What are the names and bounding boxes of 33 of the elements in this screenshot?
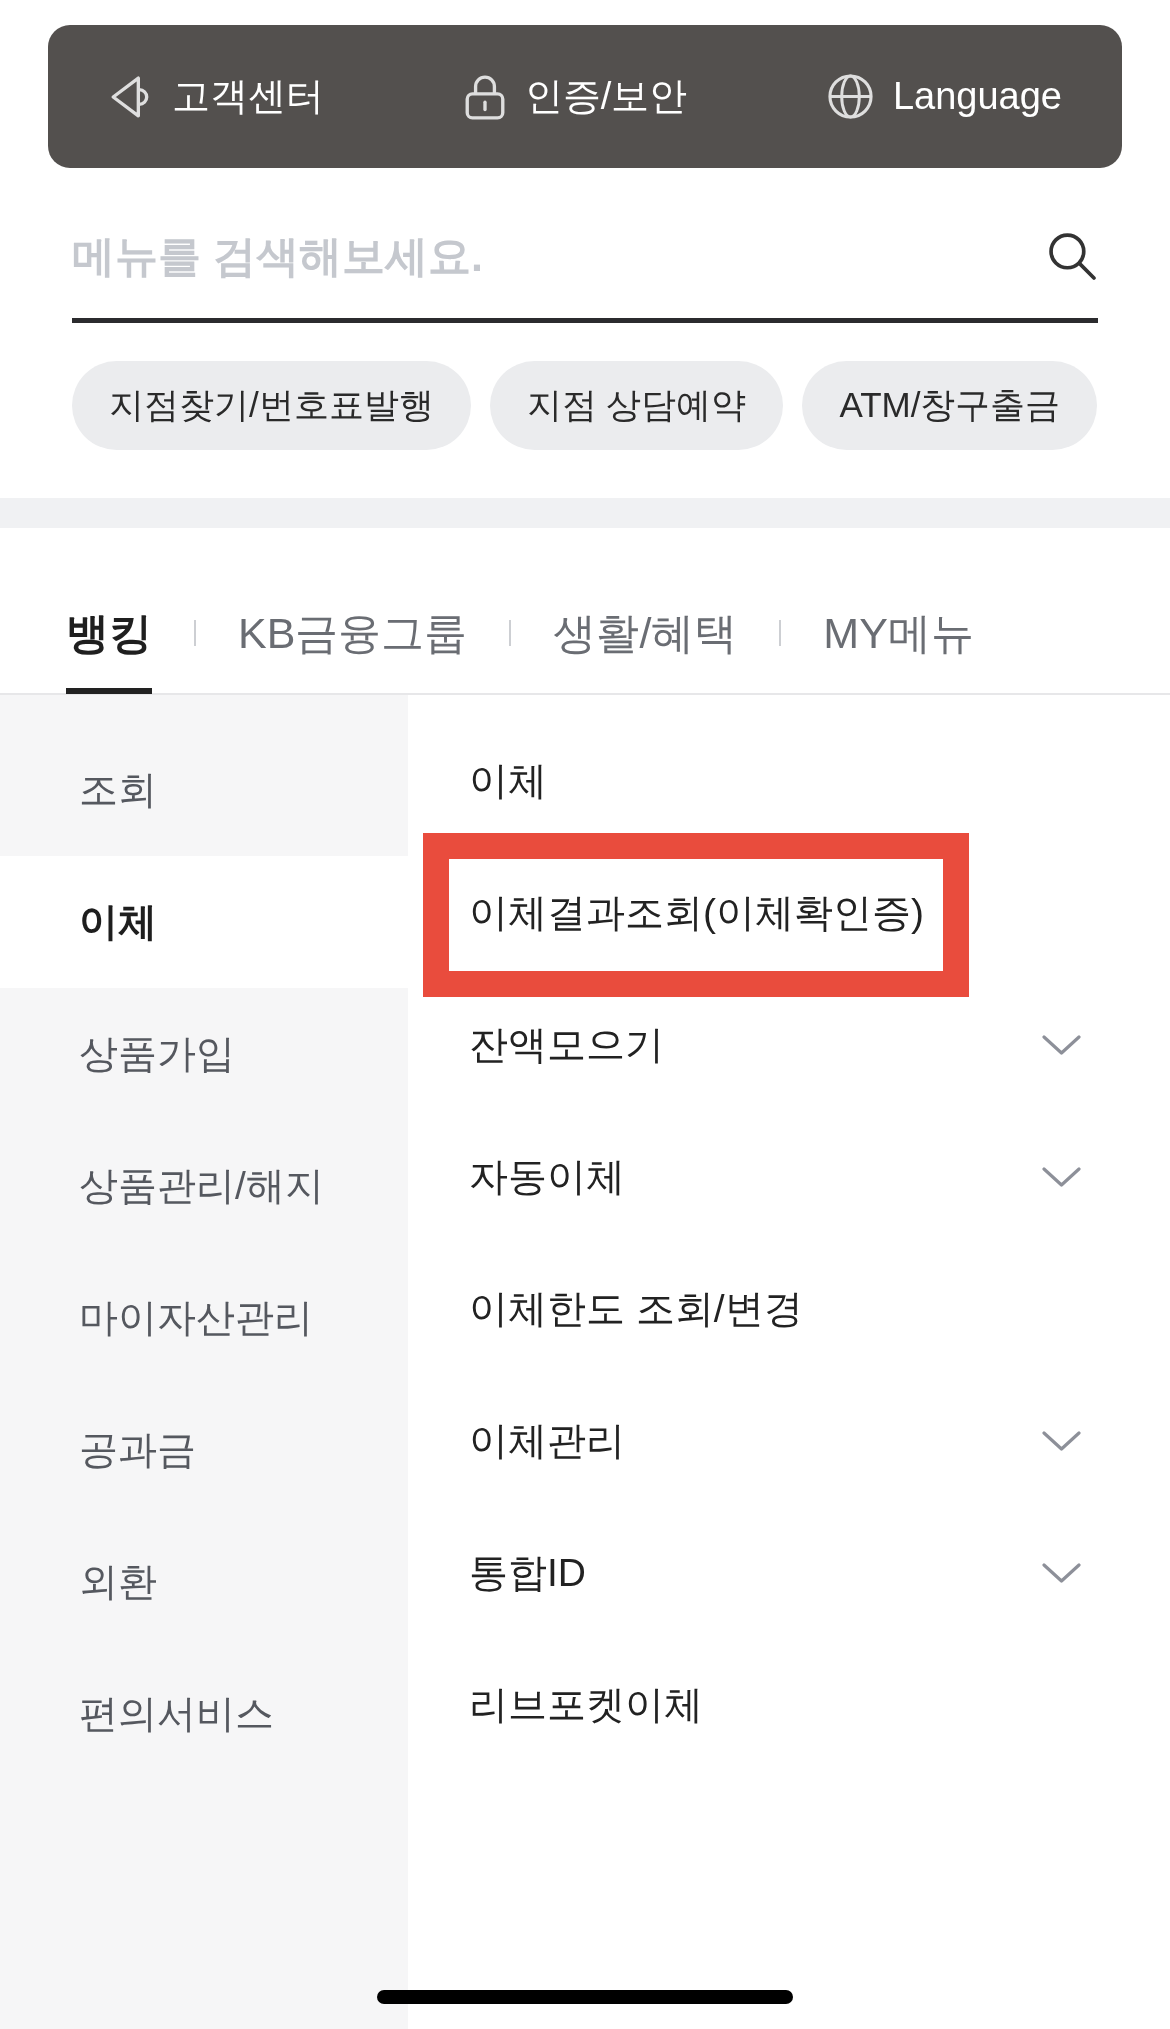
sidebar-item[interactable]: 상품가입	[0, 988, 408, 1120]
tab[interactable]: MY메뉴	[823, 608, 974, 694]
submenu-item[interactable]: 이체결과조회(이체확인증)	[469, 886, 924, 940]
quick-link-chip[interactable]: 지점찾기/번호표발행	[72, 361, 471, 450]
sidebar-item[interactable]: 편의서비스	[0, 1648, 408, 1780]
submenu-item[interactable]: 통합ID	[469, 1546, 586, 1600]
chevron-down-icon[interactable]	[1042, 1431, 1081, 1451]
security-button[interactable]: 인증/보안	[464, 71, 688, 122]
submenu-item[interactable]: 잔액모으기	[469, 1018, 664, 1072]
globe-icon	[827, 74, 873, 119]
submenu-item[interactable]: 자동이체	[469, 1150, 625, 1204]
sidebar-item[interactable]: 상품관리/해지	[0, 1120, 408, 1252]
submenu-item[interactable]: 이체	[469, 754, 547, 808]
submenu-item[interactable]: 리브포켓이체	[469, 1678, 703, 1732]
submenu-item[interactable]: 이체한도 조회/변경	[469, 1282, 803, 1336]
lock-icon	[464, 73, 505, 120]
quick-link-chip[interactable]: ATM/창구출금	[802, 361, 1098, 450]
chevron-down-icon[interactable]	[1042, 1563, 1081, 1583]
quick-link-chip[interactable]: 지점 상담예약	[489, 361, 784, 450]
tab[interactable]: 생활/혜택	[553, 608, 738, 694]
search-icon[interactable]	[1048, 232, 1096, 280]
tab[interactable]: KB금융그룹	[238, 608, 468, 694]
sidebar-item[interactable]: 조회	[0, 724, 408, 856]
sidebar-item[interactable]: 외환	[0, 1516, 408, 1648]
sidebar-item[interactable]: 마이자산관리	[0, 1252, 408, 1384]
chevron-down-icon[interactable]	[1042, 1035, 1081, 1055]
sidebar-item[interactable]: 이체	[0, 856, 408, 988]
sidebar-item[interactable]: 공과금	[0, 1384, 408, 1516]
language-button[interactable]: Language	[827, 74, 1062, 119]
submenu-item[interactable]: 이체관리	[469, 1414, 625, 1468]
customer-center-button[interactable]: 고객센터	[110, 71, 324, 122]
search-field[interactable]: 메뉴를 검색해보세요.	[72, 200, 1098, 323]
chevron-down-icon[interactable]	[1042, 1167, 1081, 1187]
